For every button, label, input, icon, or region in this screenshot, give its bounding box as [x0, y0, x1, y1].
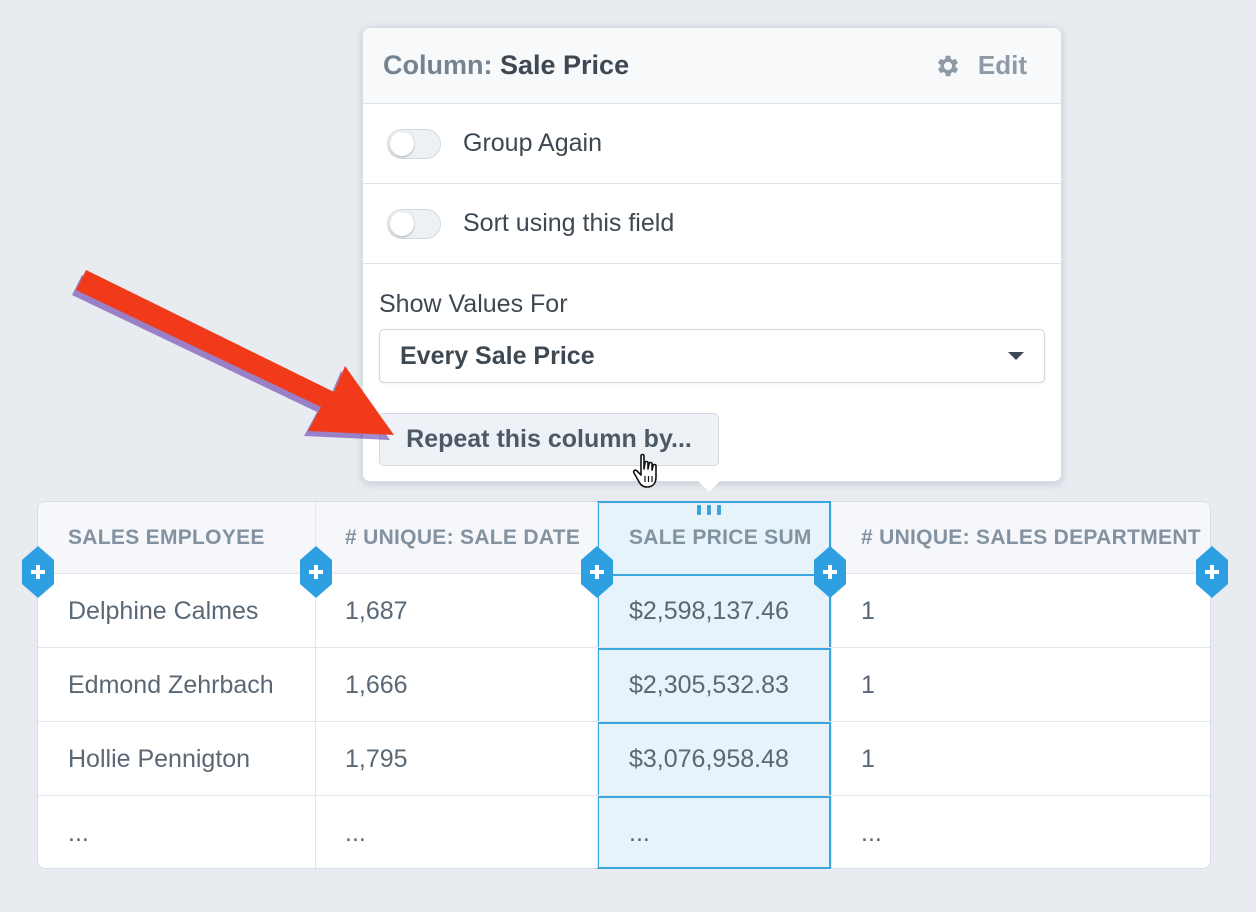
table-row: Edmond Zehrbach 1,666 $2,305,532.83 1	[38, 648, 1210, 722]
edit-button[interactable]: Edit	[934, 50, 1027, 81]
table-cell: $2,598,137.46	[629, 596, 789, 625]
title-prefix: Column:	[383, 50, 493, 80]
popover-title: Column: Sale Price	[383, 50, 629, 81]
sort-field-label: Sort using this field	[463, 209, 675, 237]
table-cell: Delphine Calmes	[68, 596, 259, 625]
group-again-row: Group Again	[363, 104, 1061, 184]
add-column-plus-icon[interactable]	[300, 546, 332, 598]
data-table: SALES EMPLOYEE # UNIQUE: SALE DATE SALE …	[37, 501, 1211, 869]
group-again-label: Group Again	[463, 129, 602, 157]
column-header-unique-sales-department[interactable]: # UNIQUE: SALES DEPARTMENT	[831, 502, 1201, 574]
table-cell: 1,795	[345, 744, 408, 773]
add-column-plus-icon[interactable]	[581, 546, 613, 598]
table-cell: ...	[68, 818, 89, 847]
sort-field-row: Sort using this field	[363, 184, 1061, 264]
table-cell: 1	[861, 670, 875, 699]
title-column-name: Sale Price	[500, 50, 630, 80]
caret-down-icon	[1008, 352, 1024, 360]
show-values-select[interactable]: Every Sale Price	[379, 329, 1045, 383]
repeat-column-button[interactable]: Repeat this column by...	[379, 413, 719, 466]
table-cell: ...	[629, 818, 650, 847]
table-cell: Edmond Zehrbach	[68, 670, 274, 699]
group-again-toggle[interactable]	[387, 128, 441, 159]
show-values-label: Show Values For	[379, 290, 568, 318]
add-column-plus-icon[interactable]	[1196, 546, 1228, 598]
table-row: Delphine Calmes 1,687 $2,598,137.46 1	[38, 574, 1210, 648]
column-header-sale-price-sum[interactable]: SALE PRICE SUM	[599, 502, 812, 574]
table-cell: $2,305,532.83	[629, 670, 789, 699]
add-column-plus-icon[interactable]	[814, 546, 846, 598]
gear-icon	[934, 52, 962, 80]
edit-label: Edit	[977, 50, 1027, 80]
sort-field-toggle[interactable]	[387, 208, 441, 239]
popover-pointer-tip	[697, 480, 721, 492]
hand-pointer-icon	[632, 453, 657, 488]
table-cell: ...	[861, 818, 882, 847]
table-cell: Hollie Pennigton	[68, 744, 251, 773]
column-header-sales-employee[interactable]: SALES EMPLOYEE	[38, 502, 265, 574]
table-cell: $3,076,958.48	[629, 744, 789, 773]
popover-header: Column: Sale Price Edit	[363, 28, 1061, 104]
table-row: Hollie Pennigton 1,795 $3,076,958.48 1	[38, 722, 1210, 796]
table-cell: 1	[861, 744, 875, 773]
show-values-selected: Every Sale Price	[400, 341, 595, 370]
column-header-unique-sale-date[interactable]: # UNIQUE: SALE DATE	[315, 502, 580, 574]
add-column-plus-icon[interactable]	[22, 546, 54, 598]
stage: Column: Sale Price Edit Group Again Sort…	[0, 0, 1256, 912]
table-cell: 1,666	[345, 670, 408, 699]
table-row: ... ... ... ...	[38, 796, 1210, 870]
table-cell: ...	[345, 818, 366, 847]
column-settings-popover: Column: Sale Price Edit Group Again Sort…	[362, 27, 1062, 482]
show-values-section: Show Values For Every Sale Price	[363, 264, 1061, 383]
